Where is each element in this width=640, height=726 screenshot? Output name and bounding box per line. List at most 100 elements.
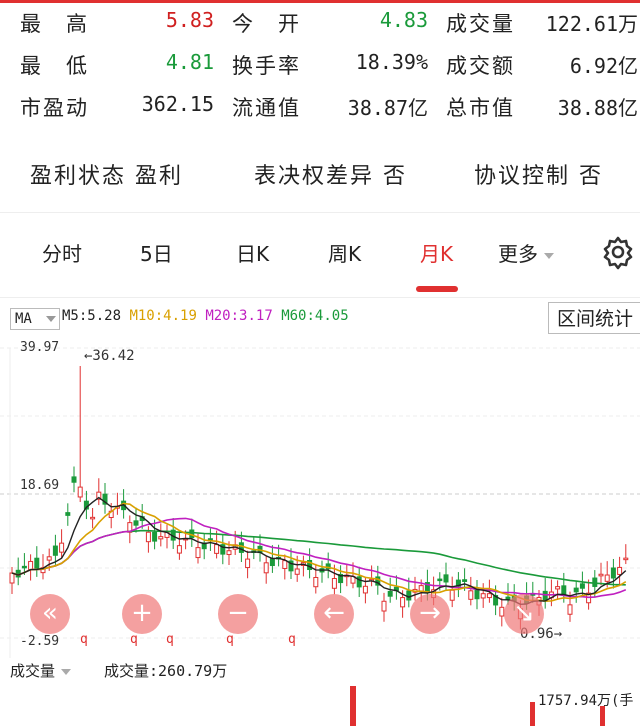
candle-body [331,578,337,589]
candle-body [555,586,561,590]
stat-label-volume: 成交量 [446,12,515,36]
stat-value-high: 5.83 [165,8,214,32]
candle-body [449,589,455,601]
tag-label: 盈利状态 [30,164,127,189]
volume-bar [600,706,605,726]
stat-label-turnover-rate: 换手率 [232,54,301,78]
candle-body [400,597,406,608]
stat-value-total-cap: 38.88亿 [557,96,638,120]
tab-daily-k[interactable]: 日K [236,238,269,267]
stats-row: 最 低 4.81 换手率 18.39% 成交额 6.92亿 [0,50,640,90]
chevron-down-icon [544,252,554,259]
gear-icon[interactable] [600,234,636,270]
stats-row: 最 高 5.83 今 开 4.83 成交量 122.61万 [0,8,640,48]
volume-indicator-selector[interactable]: 成交量 [10,660,72,681]
candle-body [214,544,220,554]
stats-row: 市盈动 362.15 流通值 38.87亿 总市值 38.88亿 [0,92,640,132]
candle-body [480,593,486,599]
tab-5day[interactable]: 5日 [140,238,173,267]
candlestick-chart[interactable] [0,338,640,698]
ma20-value: M20:3.17 [205,308,273,324]
y-axis-top-label: 39.97 [20,340,60,355]
candle-body [592,577,598,587]
stat-value-amount: 6.92亿 [569,54,638,78]
candle-body [468,590,474,600]
tab-more[interactable]: 更多 [498,238,554,267]
chevron-down-icon [61,668,72,675]
stat-value-turnover-rate: 18.39% [355,50,428,74]
ma20-line [11,517,627,599]
y-axis-bottom-label: -2.59 [20,634,60,649]
volume-selector-label: 成交量 [10,662,56,680]
candle-body [406,590,412,601]
ma10-line [11,502,627,602]
candle-body [158,536,164,540]
volume-bars [350,686,605,726]
candle-body [226,550,232,556]
candle-body [561,585,567,596]
period-tabs: 分时 5日 日K 周K 月K 更多 [0,228,640,288]
candle-body [598,573,604,577]
candle-body [77,486,83,498]
stat-value-open: 4.83 [379,8,428,32]
candle-body [579,583,585,589]
scroll-right-button[interactable]: → [410,594,450,634]
reset-button[interactable]: ↘ [504,594,544,634]
ma60-value: M60:4.05 [281,308,349,324]
zoom-in-button[interactable]: + [122,594,162,634]
stat-value-float-cap: 38.87亿 [347,96,428,120]
candle-body [238,542,244,553]
candle-body [263,562,269,574]
stat-value-volume: 122.61万 [545,12,638,36]
candle-body [176,545,182,554]
candle-body [65,512,71,516]
candle-body [145,531,151,543]
tag-value: 否 [383,164,408,189]
period-marker: q [130,632,138,647]
tab-more-label: 更多 [498,242,538,266]
tag-label: 协议控制 [474,164,571,189]
candle-body [245,558,251,569]
chevron-down-icon [46,316,56,322]
zoom-out-button[interactable]: − [218,594,258,634]
candle-body [313,576,319,588]
candle-body [387,590,393,597]
candle-body [152,531,158,542]
candle-body [623,557,629,561]
candle-body [46,556,52,561]
period-marker: q [80,632,88,647]
candle-body [610,567,616,579]
ma-selector[interactable]: MA [10,308,60,330]
tag-value: 否 [579,164,604,189]
candle-body [28,560,34,571]
candle-body [59,542,65,553]
candle-body [462,579,468,582]
kline-chart-panel: MA M5:5.28 M10:4.19 M20:3.17 M60:4.05 区间… [0,298,640,726]
candle-body [90,516,96,520]
tag-voting-rights: 表决权差异 否 [254,158,407,190]
tag-profit-status: 盈利状态 盈利 [30,158,183,190]
range-stats-button[interactable]: 区间统计 [548,302,640,334]
zoom-out-all-button[interactable]: « [30,594,70,634]
stat-label-open: 今 开 [232,12,301,36]
company-tags: 盈利状态 盈利 表决权差异 否 协议控制 否 [0,158,640,198]
scroll-left-button[interactable]: ← [314,594,354,634]
candle-body [604,574,610,582]
tab-weekly-k[interactable]: 周K [328,238,361,267]
tag-label: 表决权差异 [254,164,375,189]
candle-body [133,520,139,526]
tab-monthly-k[interactable]: 月K [420,238,453,267]
stat-label-low: 最 低 [20,54,89,78]
period-marker: q [166,632,174,647]
tag-vie-control: 协议控制 否 [474,158,603,190]
tag-value: 盈利 [135,164,184,189]
max-price-marker: ←36.42 [84,348,135,364]
period-marker: q [288,632,296,647]
candle-body [437,578,443,582]
candle-body [443,574,449,583]
candle-body [362,585,368,594]
candle-body [381,600,387,612]
volume-bar [350,686,356,726]
tab-intraday[interactable]: 分时 [42,238,82,267]
candle-body [282,560,288,569]
